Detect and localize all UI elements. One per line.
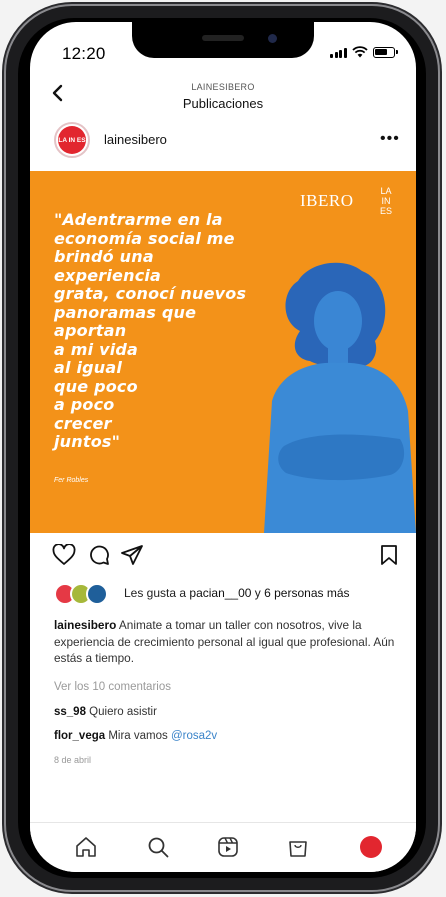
quote-line: a mi vida [54,339,139,359]
header-subtitle: LAINESIBERO [191,82,255,92]
comment-item: ss_98 Quiero asistir [54,706,157,718]
header-title: Publicaciones [182,96,264,111]
status-time: 12:20 [62,44,106,63]
likes-text[interactable]: Les gusta a pacian__00 y 6 personas más [124,586,350,600]
quote-line: economía social me [54,228,235,248]
ibero-logo: IBERO [300,191,354,210]
post-date: 8 de abril [54,755,92,765]
header: LAINESIBERO Publicaciones [30,82,416,112]
view-all-comments[interactable]: Ver los 10 comentarios [54,681,171,693]
quote-author: Fer Robles [54,477,89,484]
comment-text: Mira vamos [105,730,171,742]
reels-icon[interactable] [216,835,240,859]
quote-line: panoramas que [54,302,197,322]
heart-icon[interactable] [52,544,76,566]
likes-row: Les gusta a pacian__00 y 6 personas más [54,583,414,605]
caption-username[interactable]: lainesibero [54,618,116,632]
laines-logo: LA IN ES [379,186,392,216]
profile-tab-avatar[interactable] [360,836,382,858]
comment-text: Quiero asistir [85,706,157,718]
quote-line: crecer [54,413,112,433]
quote-line: a poco [54,395,115,414]
liker-avatar [86,583,108,605]
search-icon[interactable] [146,835,170,859]
comment-username[interactable]: ss_98 [54,706,86,718]
bookmark-icon[interactable] [380,544,398,566]
quote-line: que poco [54,376,138,396]
comment-item: flor_vega Mira vamos @rosa2v [54,730,217,742]
share-icon[interactable] [120,544,144,566]
screen: 12:20 LAINESIBERO Publicaciones LA IN ES… [30,22,416,872]
quote-line: "Adentrarme en la [54,210,223,229]
shop-icon[interactable] [286,835,310,859]
bottom-tab-bar [30,822,416,872]
comment-icon[interactable] [88,544,110,566]
more-options-icon[interactable]: ••• [380,131,400,147]
post-image[interactable]: "Adentrarme en la economía social me brind… [30,171,416,533]
profile-avatar[interactable]: LA IN ES [58,126,86,154]
front-camera [268,34,277,43]
post-quote: "Adentrarme en la economía social me brind… [54,210,264,452]
speaker [202,35,244,41]
wifi-icon [351,46,368,58]
post-username[interactable]: lainesibero [104,132,167,147]
post-header: LA IN ES lainesibero ••• [30,122,416,162]
comment-username[interactable]: flor_vega [54,730,105,742]
status-icons [330,46,398,58]
woman-photo [264,262,416,533]
quote-line: brindó una experiencia [54,247,162,285]
profile-avatar-ring[interactable]: LA IN ES [54,122,90,158]
quote-line: juntos" [54,432,121,451]
post-actions [30,544,416,570]
battery-icon [372,46,398,58]
comment-mention[interactable]: @rosa2v [171,730,217,742]
signal-icon [330,47,347,58]
liker-avatars[interactable] [54,583,114,605]
quote-line: grata, conocí nuevos [54,284,247,303]
quote-line: aportan [54,321,127,340]
post-caption: lainesibero Animate a tomar un taller co… [54,617,400,667]
home-icon[interactable] [74,835,98,859]
notch [132,22,314,58]
quote-line: al igual [54,358,123,377]
